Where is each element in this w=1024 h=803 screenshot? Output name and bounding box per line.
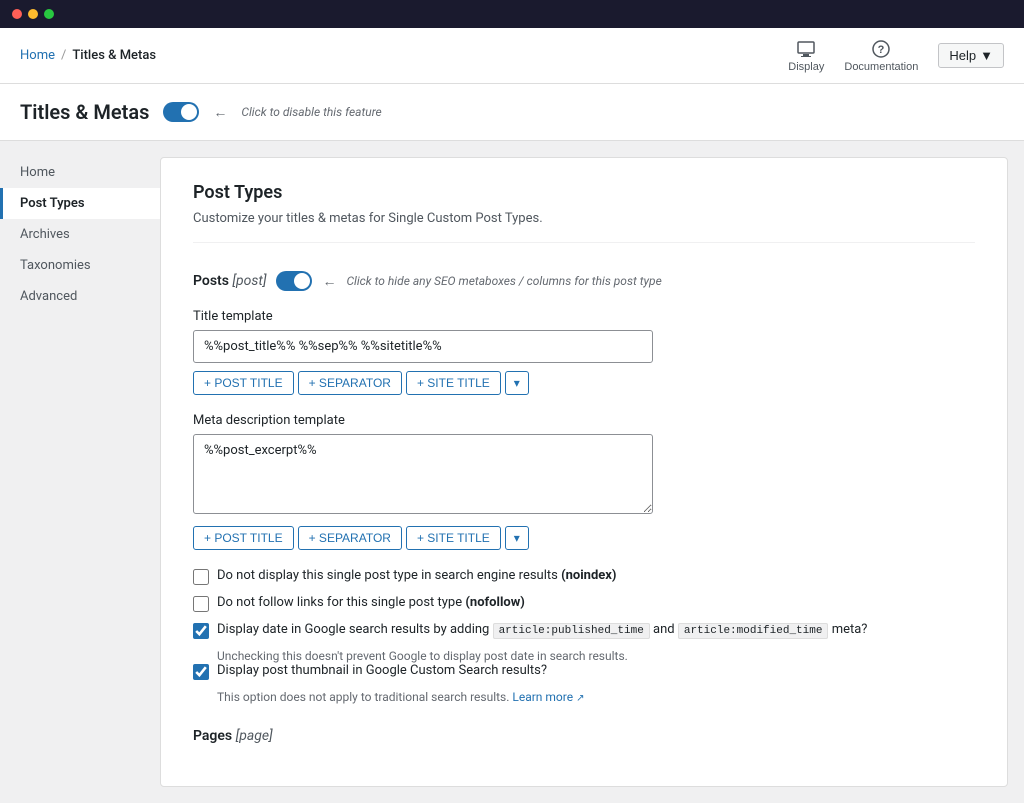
pages-label: Pages [page] xyxy=(193,728,273,744)
titlebar xyxy=(0,0,1024,28)
main-content: Post Types Customize your titles & metas… xyxy=(160,157,1008,787)
date-sub-text: Unchecking this doesn't prevent Google t… xyxy=(217,649,975,663)
breadcrumb-home[interactable]: Home xyxy=(20,48,55,63)
modified-time-code: article:modified_time xyxy=(678,623,829,639)
help-button[interactable]: Help ▼ xyxy=(938,43,1004,68)
arrow-icon: ← xyxy=(213,104,227,121)
layout: Home Post Types Archives Taxonomies Adva… xyxy=(0,141,1024,803)
topnav: Home / Titles & Metas Display ? Document… xyxy=(0,28,1024,84)
add-post-title-btn[interactable]: + POST TITLE xyxy=(193,371,294,395)
meta-desc-label: Meta description template xyxy=(193,413,975,428)
meta-add-site-title-btn[interactable]: + SITE TITLE xyxy=(406,526,501,550)
noindex-label: Do not display this single post type in … xyxy=(217,568,616,583)
posts-arrow-icon: ← xyxy=(322,273,336,290)
nofollow-label: Do not follow links for this single post… xyxy=(217,595,525,610)
post-type-slug: [post] xyxy=(232,273,266,289)
posts-toggle[interactable] xyxy=(276,271,312,291)
published-time-code: article:published_time xyxy=(493,623,650,639)
documentation-button[interactable]: ? Documentation xyxy=(844,39,918,73)
maximize-dot xyxy=(44,9,54,19)
title-template-buttons: + POST TITLE + SEPARATOR + SITE TITLE ▾ xyxy=(193,371,975,395)
display-icon xyxy=(796,39,816,59)
page-title: Titles & Metas xyxy=(20,100,149,124)
external-link-icon: ↗ xyxy=(576,693,584,704)
chevron-down-icon: ▼ xyxy=(980,48,993,63)
thumbnail-label: Display post thumbnail in Google Custom … xyxy=(217,663,547,678)
post-type-label: Posts [post] xyxy=(193,273,266,289)
post-type-pages-header: Pages [page] xyxy=(193,720,975,744)
meta-desc-textarea[interactable]: %%post_excerpt%% xyxy=(193,434,653,514)
breadcrumb: Home / Titles & Metas xyxy=(20,48,156,63)
thumbnail-checkbox[interactable] xyxy=(193,664,209,680)
nofollow-checkbox-row: Do not follow links for this single post… xyxy=(193,595,975,612)
documentation-label: Documentation xyxy=(844,61,918,73)
sidebar-item-advanced[interactable]: Advanced xyxy=(0,281,160,312)
meta-more-btn[interactable]: ▾ xyxy=(505,526,529,550)
sidebar: Home Post Types Archives Taxonomies Adva… xyxy=(0,141,160,803)
title-template-input[interactable] xyxy=(193,330,653,363)
noindex-checkbox-row: Do not display this single post type in … xyxy=(193,568,975,585)
display-button[interactable]: Display xyxy=(788,39,824,73)
breadcrumb-separator: / xyxy=(61,48,66,63)
pages-slug: [page] xyxy=(236,728,273,744)
sidebar-item-taxonomies[interactable]: Taxonomies xyxy=(0,250,160,281)
feature-toggle[interactable] xyxy=(163,102,199,122)
display-label: Display xyxy=(788,61,824,73)
noindex-checkbox[interactable] xyxy=(193,569,209,585)
documentation-icon: ? xyxy=(871,39,891,59)
section-desc: Customize your titles & metas for Single… xyxy=(193,211,975,243)
feature-toggle-hint: Click to disable this feature xyxy=(241,105,381,119)
learn-more-link[interactable]: Learn more xyxy=(512,690,573,704)
topnav-actions: Display ? Documentation Help ▼ xyxy=(788,39,1004,73)
meta-desc-field: Meta description template %%post_excerpt… xyxy=(193,413,975,550)
meta-desc-buttons: + POST TITLE + SEPARATOR + SITE TITLE ▾ xyxy=(193,526,975,550)
date-label: Display date in Google search results by… xyxy=(217,622,867,637)
add-separator-btn[interactable]: + SEPARATOR xyxy=(298,371,402,395)
sidebar-item-archives[interactable]: Archives xyxy=(0,219,160,250)
help-label: Help xyxy=(949,48,976,63)
minimize-dot xyxy=(28,9,38,19)
thumbnail-checkbox-row: Display post thumbnail in Google Custom … xyxy=(193,663,975,680)
date-checkbox[interactable] xyxy=(193,623,209,639)
thumbnail-sub-text: This option does not apply to traditiona… xyxy=(217,690,975,704)
nofollow-bold: (nofollow) xyxy=(465,595,525,610)
nofollow-checkbox[interactable] xyxy=(193,596,209,612)
meta-add-separator-btn[interactable]: + SEPARATOR xyxy=(298,526,402,550)
post-type-posts-header: Posts [post] ← Click to hide any SEO met… xyxy=(193,263,975,291)
page-header: Titles & Metas ← Click to disable this f… xyxy=(0,84,1024,141)
add-site-title-btn[interactable]: + SITE TITLE xyxy=(406,371,501,395)
title-template-label: Title template xyxy=(193,309,975,324)
section-title: Post Types xyxy=(193,182,975,203)
title-more-btn[interactable]: ▾ xyxy=(505,371,529,395)
date-checkbox-row: Display date in Google search results by… xyxy=(193,622,975,639)
title-template-field: Title template + POST TITLE + SEPARATOR … xyxy=(193,309,975,395)
post-type-posts: Posts [post] ← Click to hide any SEO met… xyxy=(193,263,975,704)
close-dot xyxy=(12,9,22,19)
noindex-bold: (noindex) xyxy=(561,568,616,583)
breadcrumb-current: Titles & Metas xyxy=(72,48,156,63)
thumbnail-checkbox-container: Display post thumbnail in Google Custom … xyxy=(193,663,975,704)
posts-click-hint: Click to hide any SEO metaboxes / column… xyxy=(346,274,661,288)
svg-text:?: ? xyxy=(878,44,885,56)
date-checkbox-container: Display date in Google search results by… xyxy=(193,622,975,663)
sidebar-item-home[interactable]: Home xyxy=(0,157,160,188)
sidebar-item-post-types[interactable]: Post Types xyxy=(0,188,160,219)
meta-add-post-title-btn[interactable]: + POST TITLE xyxy=(193,526,294,550)
